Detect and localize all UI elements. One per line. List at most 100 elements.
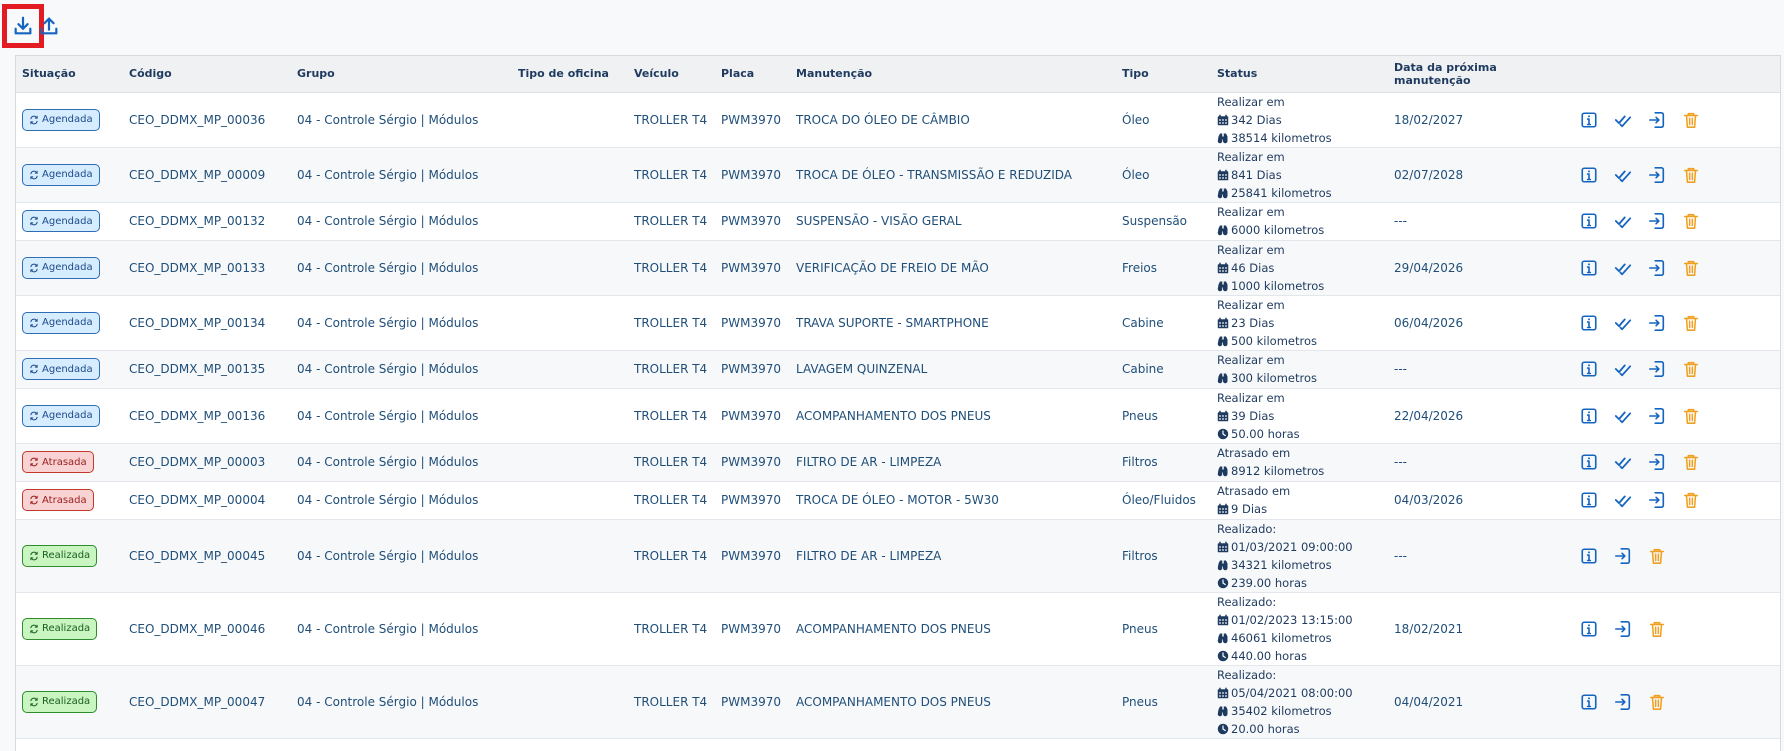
veiculo-cell: TROLLER T4 [628,443,715,482]
maintenance-table-container: Situação Código Grupo Tipo de oficina Veícul… [15,55,1781,751]
table-row[interactable]: Agendada CEO_DDMX_MP_00135 04 - Controle S… [16,350,1780,389]
export-button[interactable] [1612,545,1634,567]
info-button[interactable] [1578,405,1600,427]
export-button[interactable] [1646,109,1668,131]
column-header[interactable]: Manutenção [790,56,1116,93]
status-badge[interactable]: Agendada [22,210,100,232]
clock-icon [1217,428,1229,440]
table-row[interactable]: Agendada CEO_DDMX_MP_00136 04 - Controle S… [16,388,1780,444]
column-header[interactable]: Código [123,56,291,93]
column-header[interactable] [1568,56,1780,93]
delete-button[interactable] [1680,109,1702,131]
actions-cell [1568,665,1780,739]
status-line: 34321 kilometros [1217,556,1388,574]
column-header[interactable]: Veículo [628,56,715,93]
status-badge[interactable]: Agendada [22,358,100,380]
sign-in-icon [1648,212,1666,230]
export-button[interactable] [1646,451,1668,473]
export-button[interactable] [1646,164,1668,186]
trash-icon [1648,547,1666,565]
table-row[interactable]: Agendada CEO_DDMX_MP_00132 04 - Controle S… [16,202,1780,241]
delete-button[interactable] [1680,164,1702,186]
export-button[interactable] [1612,618,1634,640]
proxima-manutencao-cell: --- [1388,202,1568,241]
table-row[interactable]: Realizada CEO_DDMX_MP_00046 04 - Controle … [16,592,1780,666]
mark-done-button[interactable] [1612,164,1634,186]
delete-button[interactable] [1680,451,1702,473]
status-cell: Realizado: 01/03/2021 09:00:00 34321 kilom… [1211,519,1388,593]
mark-done-button[interactable] [1612,489,1634,511]
status-badge[interactable]: Agendada [22,108,100,131]
delete-button[interactable] [1680,358,1702,380]
export-button[interactable] [1646,210,1668,232]
status-badge[interactable]: Realizada [22,544,98,567]
codigo-cell: CEO_DDMX_MP_00036 [123,92,291,148]
column-header[interactable]: Tipo de oficina [512,56,628,93]
delete-button[interactable] [1680,489,1702,511]
info-button[interactable] [1578,109,1600,131]
table-row[interactable]: Agendada CEO_DDMX_MP_00009 04 - Controle S… [16,147,1780,203]
info-button[interactable] [1578,489,1600,511]
sign-in-icon [1614,693,1632,711]
info-button[interactable] [1578,164,1600,186]
info-button[interactable] [1578,312,1600,334]
mark-done-button[interactable] [1612,257,1634,279]
info-button[interactable] [1578,451,1600,473]
export-button[interactable] [1646,312,1668,334]
mark-done-button[interactable] [1612,451,1634,473]
info-icon [1580,360,1598,378]
status-badge[interactable]: Agendada [22,311,100,334]
mark-done-button[interactable] [1612,405,1634,427]
column-header[interactable]: Status [1211,56,1388,93]
delete-button[interactable] [1680,405,1702,427]
status-badge[interactable]: Realizada [22,617,98,640]
table-row[interactable]: Agendada CEO_DDMX_MP_00134 04 - Controle S… [16,295,1780,351]
info-button[interactable] [1578,210,1600,232]
export-button[interactable] [1646,257,1668,279]
info-button[interactable] [1578,545,1600,567]
status-badge[interactable]: Agendada [22,404,100,427]
upload-button[interactable] [28,4,70,48]
table-row[interactable]: Atrasada CEO_DDMX_MP_00003 04 - Controle S… [16,443,1780,482]
status-line-text: 38514 kilometros [1231,130,1332,145]
status-badge[interactable]: Realizada [22,690,98,713]
mark-done-button[interactable] [1612,358,1634,380]
status-badge[interactable]: Atrasada [22,451,94,473]
table-row[interactable]: Agendada CEO_DDMX_MP_00133 04 - Controle S… [16,240,1780,296]
column-header[interactable]: Tipo [1116,56,1211,93]
mark-done-button[interactable] [1612,312,1634,334]
info-button[interactable] [1578,618,1600,640]
status-badge[interactable]: Atrasada [22,489,94,511]
delete-button[interactable] [1646,545,1668,567]
status-line: 9 Dias [1217,500,1388,518]
column-header[interactable]: Placa [715,56,790,93]
table-row[interactable]: Agendada CEO_DDMX_MP_00036 04 - Controle S… [16,92,1780,148]
info-button[interactable] [1578,358,1600,380]
status-line-text: 35402 kilometros [1231,703,1332,718]
status-badge[interactable]: Agendada [22,256,100,279]
export-button[interactable] [1646,358,1668,380]
column-header[interactable]: Data da próxima manutenção [1388,56,1568,93]
status-badge[interactable]: Agendada [22,163,100,186]
codigo-cell: CEO_DDMX_MP_00136 [123,388,291,444]
table-row[interactable]: Atrasada CEO_DDMX_MP_00004 04 - Controle S… [16,481,1780,520]
info-button[interactable] [1578,257,1600,279]
delete-button[interactable] [1680,257,1702,279]
table-row[interactable]: Realizada CEO_DDMX_MP_00045 04 - Controle … [16,519,1780,593]
export-button[interactable] [1646,405,1668,427]
status-line-text: 23 Dias [1231,315,1275,330]
delete-button[interactable] [1680,210,1702,232]
trash-icon [1682,259,1700,277]
column-header[interactable]: Situação [16,56,123,93]
export-button[interactable] [1646,489,1668,511]
manutencao-cell: FILTRO DE AR - LIMPEZA [790,519,1116,593]
mark-done-button[interactable] [1612,109,1634,131]
table-row[interactable]: Realizada CEO_DDMX_MP_00047 04 - Controle … [16,665,1780,739]
delete-button[interactable] [1646,691,1668,713]
info-button[interactable] [1578,691,1600,713]
mark-done-button[interactable] [1612,210,1634,232]
export-button[interactable] [1612,691,1634,713]
delete-button[interactable] [1680,312,1702,334]
column-header[interactable]: Grupo [291,56,512,93]
delete-button[interactable] [1646,618,1668,640]
